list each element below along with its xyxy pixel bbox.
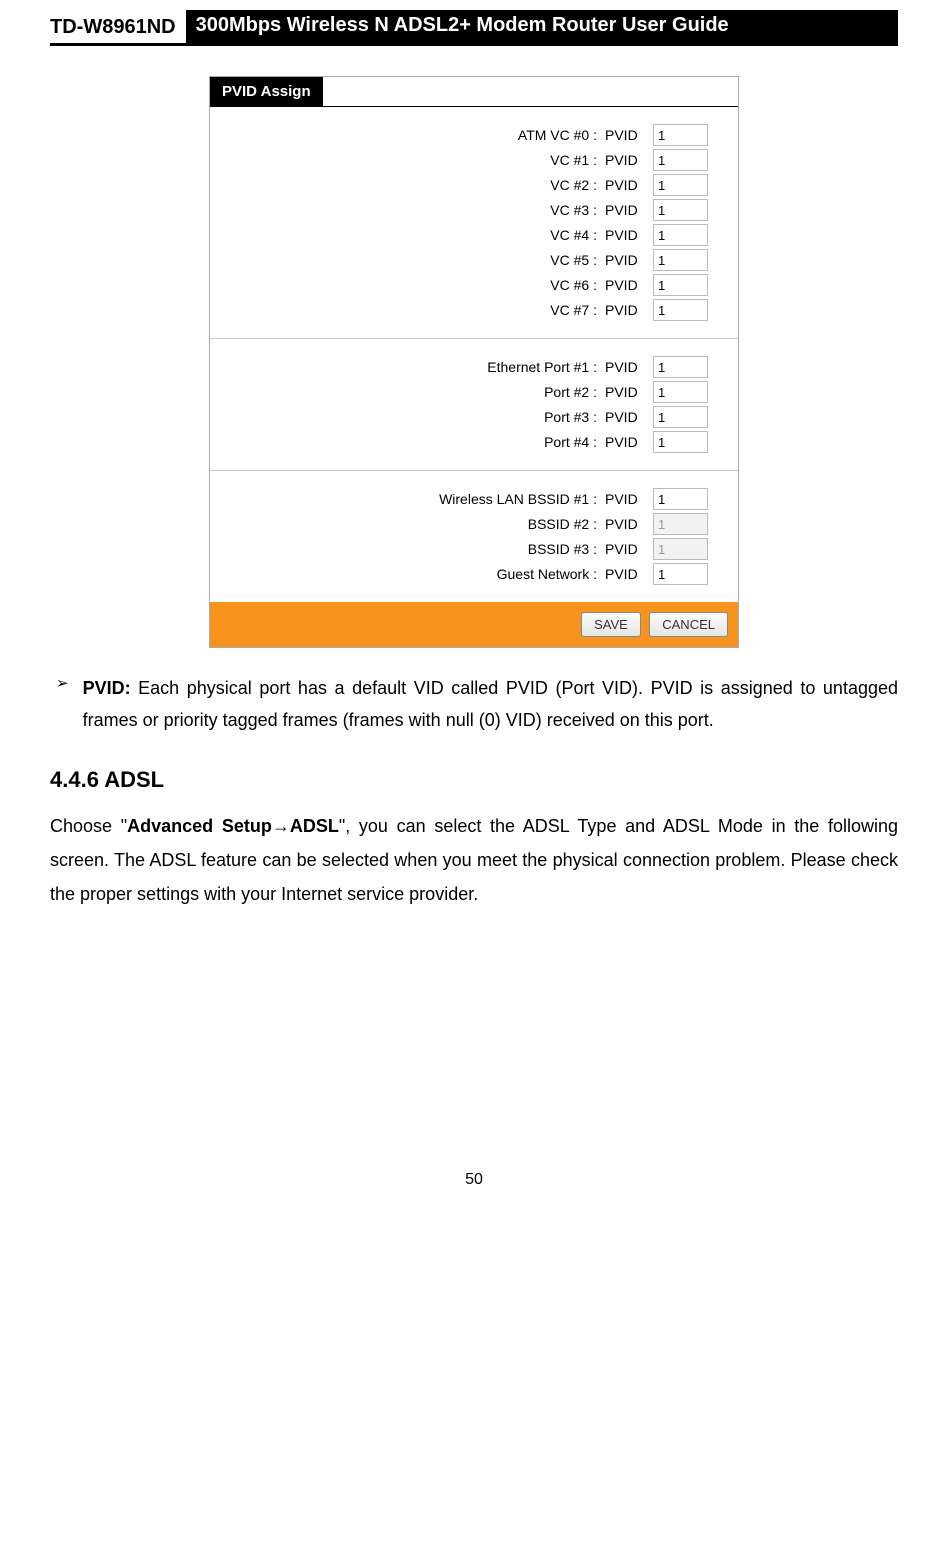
pvid-input[interactable] (653, 299, 708, 321)
pvid-word: PVID (605, 227, 645, 243)
pvid-word: PVID (605, 177, 645, 193)
panel-title: PVID Assign (210, 77, 323, 106)
pvid-word: PVID (605, 302, 645, 318)
pvid-input[interactable] (653, 149, 708, 171)
section-paragraph: Choose "Advanced Setup→ADSL", you can se… (50, 809, 898, 912)
pvid-row-label: VC #7 : (417, 302, 597, 318)
pvid-assign-panel: PVID Assign ATM VC #0 :PVIDVC #1 :PVIDVC… (209, 76, 739, 648)
pvid-row: VC #7 : PVID (220, 299, 708, 321)
pvid-word: PVID (605, 277, 645, 293)
pvid-word: PVID (605, 202, 645, 218)
pvid-row: VC #3 : PVID (220, 199, 708, 221)
pvid-word: PVID (605, 127, 645, 143)
pvid-row-label: VC #1 : (417, 152, 597, 168)
pvid-row: ATM VC #0 : PVID (220, 124, 708, 146)
pvid-row-label: VC #4 : (417, 227, 597, 243)
pvid-input[interactable] (653, 224, 708, 246)
page-number: 50 (50, 1171, 898, 1189)
pvid-input[interactable] (653, 488, 708, 510)
doc-title: 300Mbps Wireless N ADSL2+ Modem Router U… (186, 10, 898, 43)
pvid-group: ATM VC #0 :PVIDVC #1 :PVIDVC #2 :PVIDVC … (210, 107, 738, 339)
para-pre: Choose " (50, 816, 127, 836)
pvid-row-label: VC #5 : (417, 252, 597, 268)
header-divider (50, 43, 898, 46)
bullet-body: Each physical port has a default VID cal… (83, 678, 898, 730)
panel-footer: SAVE CANCEL (210, 602, 738, 647)
pvid-row-label: ATM VC #0 : (417, 127, 597, 143)
bullet-bold: PVID: (83, 678, 131, 698)
pvid-row: VC #5 : PVID (220, 249, 708, 271)
pvid-row-label: VC #2 : (417, 177, 597, 193)
pvid-row: Guest Network : PVID (220, 563, 708, 585)
pvid-row-label: Wireless LAN BSSID #1 : (417, 491, 597, 507)
pvid-row-label: BSSID #2 : (417, 516, 597, 532)
pvid-word: PVID (605, 491, 645, 507)
pvid-row-label: Ethernet Port #1 : (417, 359, 597, 375)
pvid-row: Port #3 : PVID (220, 406, 708, 428)
pvid-row-label: Port #3 : (417, 409, 597, 425)
pvid-row-label: Port #2 : (417, 384, 597, 400)
pvid-input[interactable] (653, 124, 708, 146)
model-number: TD-W8961ND (50, 16, 176, 43)
pvid-input[interactable] (653, 356, 708, 378)
pvid-row-label: VC #3 : (417, 202, 597, 218)
para-bold-2: ADSL (290, 816, 339, 836)
pvid-word: PVID (605, 516, 645, 532)
bullet-text: PVID: Each physical port has a default V… (83, 672, 898, 737)
pvid-word: PVID (605, 359, 645, 375)
pvid-input[interactable] (653, 199, 708, 221)
pvid-word: PVID (605, 434, 645, 450)
pvid-input[interactable] (653, 174, 708, 196)
pvid-row: VC #1 : PVID (220, 149, 708, 171)
section-heading: 4.4.6 ADSL (50, 767, 898, 793)
pvid-row-label: Port #4 : (417, 434, 597, 450)
pvid-row: Port #2 : PVID (220, 381, 708, 403)
cancel-button[interactable]: CANCEL (649, 612, 728, 637)
pvid-input[interactable] (653, 406, 708, 428)
para-arrow: → (272, 816, 290, 836)
pvid-row: Ethernet Port #1 : PVID (220, 356, 708, 378)
pvid-input[interactable] (653, 274, 708, 296)
pvid-word: PVID (605, 384, 645, 400)
pvid-input[interactable] (653, 381, 708, 403)
bullet-pvid: ➢ PVID: Each physical port has a default… (56, 672, 898, 737)
pvid-input (653, 538, 708, 560)
pvid-row: Port #4 : PVID (220, 431, 708, 453)
pvid-word: PVID (605, 252, 645, 268)
save-button[interactable]: SAVE (581, 612, 641, 637)
pvid-group: Ethernet Port #1 :PVIDPort #2 :PVIDPort … (210, 339, 738, 471)
pvid-row: BSSID #3 : PVID (220, 538, 708, 560)
pvid-word: PVID (605, 152, 645, 168)
pvid-row: VC #6 : PVID (220, 274, 708, 296)
bullet-marker: ➢ (56, 672, 69, 737)
pvid-row-label: Guest Network : (417, 566, 597, 582)
pvid-row: VC #4 : PVID (220, 224, 708, 246)
pvid-word: PVID (605, 409, 645, 425)
pvid-input[interactable] (653, 563, 708, 585)
pvid-group: Wireless LAN BSSID #1 : PVID BSSID #2 : PVI… (210, 471, 738, 602)
pvid-word: PVID (605, 566, 645, 582)
pvid-row-label: BSSID #3 : (417, 541, 597, 557)
pvid-row-label: VC #6 : (417, 277, 597, 293)
pvid-input (653, 513, 708, 535)
pvid-row: VC #2 : PVID (220, 174, 708, 196)
para-bold-1: Advanced Setup (127, 816, 272, 836)
pvid-word: PVID (605, 541, 645, 557)
pvid-input[interactable] (653, 431, 708, 453)
doc-header: TD-W8961ND 300Mbps Wireless N ADSL2+ Mod… (50, 0, 898, 43)
pvid-row: BSSID #2 : PVID (220, 513, 708, 535)
pvid-input[interactable] (653, 249, 708, 271)
pvid-row: Wireless LAN BSSID #1 : PVID (220, 488, 708, 510)
